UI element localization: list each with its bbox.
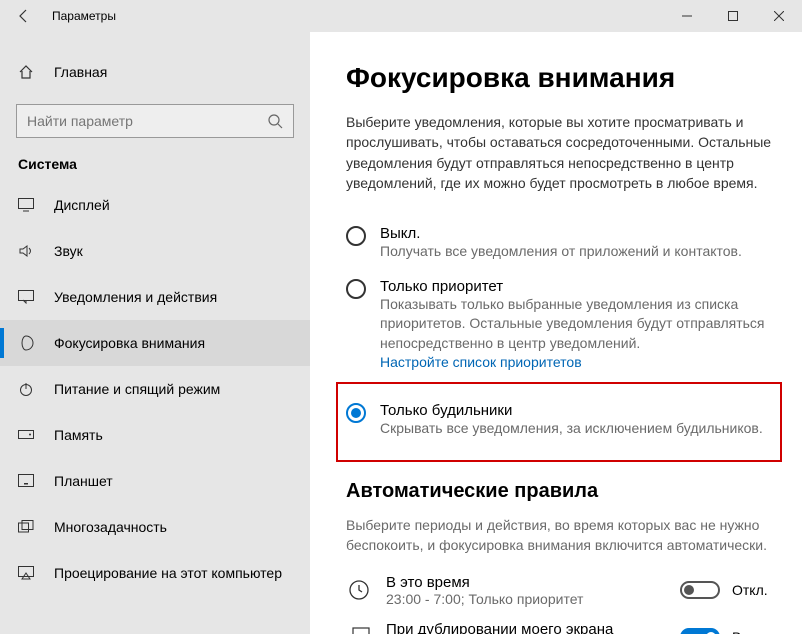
toggle-duplicate[interactable]: [680, 628, 720, 634]
radio-desc: Получать все уведомления от приложений и…: [380, 242, 772, 262]
nav-item-power[interactable]: Питание и спящий режим: [0, 366, 310, 412]
nav-label: Питание и спящий режим: [54, 381, 220, 397]
sidebar: Главная Система Дисплей Звук Уведомления…: [0, 32, 310, 634]
highlight-box: Только будильники Скрывать все уведомлен…: [336, 382, 782, 463]
notifications-icon: [18, 290, 42, 304]
page-title: Фокусировка внимания: [346, 62, 772, 94]
home-link[interactable]: Главная: [0, 52, 310, 92]
nav-item-projecting[interactable]: Проецирование на этот компьютер: [0, 550, 310, 596]
radio-circle: [346, 279, 366, 299]
nav-label: Уведомления и действия: [54, 289, 217, 305]
rule-time[interactable]: В это время 23:00 - 7:00; Только приорит…: [346, 574, 772, 607]
radio-off[interactable]: Выкл. Получать все уведомления от прилож…: [346, 217, 772, 270]
rule-title: При дублировании моего экрана: [386, 621, 680, 634]
rule-sub: 23:00 - 7:00; Только приоритет: [386, 591, 680, 607]
nav-item-display[interactable]: Дисплей: [0, 182, 310, 228]
nav-label: Дисплей: [54, 197, 110, 213]
nav-label: Планшет: [54, 473, 113, 489]
window-title: Параметры: [48, 9, 116, 23]
titlebar: Параметры: [0, 0, 802, 32]
content-area: Фокусировка внимания Выберите уведомлени…: [310, 32, 802, 634]
toggle-label: Вкл.: [732, 629, 772, 634]
radio-circle: [346, 226, 366, 246]
focus-mode-radio-group: Выкл. Получать все уведомления от прилож…: [346, 217, 772, 462]
nav-label: Звук: [54, 243, 83, 259]
tablet-icon: [18, 474, 42, 488]
sound-icon: [18, 243, 42, 259]
back-button[interactable]: [0, 0, 48, 32]
nav-item-notifications[interactable]: Уведомления и действия: [0, 274, 310, 320]
close-button[interactable]: [756, 0, 802, 32]
nav-item-multitasking[interactable]: Многозадачность: [0, 504, 310, 550]
radio-desc: Скрывать все уведомления, за исключением…: [380, 419, 772, 439]
multitasking-icon: [18, 520, 42, 534]
minimize-button[interactable]: [664, 0, 710, 32]
rule-title: В это время: [386, 574, 680, 591]
nav-label: Проецирование на этот компьютер: [54, 565, 282, 581]
radio-alarms[interactable]: Только будильники Скрывать все уведомлен…: [346, 394, 772, 447]
projecting-icon: [18, 566, 42, 580]
display-icon: [18, 198, 42, 212]
home-label: Главная: [54, 64, 107, 80]
storage-icon: [18, 430, 42, 440]
search-input[interactable]: [27, 113, 267, 129]
page-description: Выберите уведомления, которые вы хотите …: [346, 112, 772, 193]
radio-circle: [346, 403, 366, 423]
clock-icon: [346, 577, 372, 603]
nav-list: Дисплей Звук Уведомления и действия Фоку…: [0, 182, 310, 634]
nav-label: Многозадачность: [54, 519, 167, 535]
home-icon: [18, 64, 42, 80]
rules-heading: Автоматические правила: [346, 480, 772, 503]
search-box[interactable]: [16, 104, 294, 138]
nav-item-focus-assist[interactable]: Фокусировка внимания: [0, 320, 310, 366]
radio-label: Выкл.: [380, 225, 772, 242]
radio-priority[interactable]: Только приоритет Показывать только выбра…: [346, 270, 772, 378]
radio-label: Только приоритет: [380, 278, 772, 295]
duplicate-display-icon: [346, 624, 372, 634]
nav-label: Фокусировка внимания: [54, 335, 205, 351]
toggle-label: Откл.: [732, 582, 772, 598]
focus-icon: [18, 335, 42, 351]
maximize-button[interactable]: [710, 0, 756, 32]
nav-label: Память: [54, 427, 103, 443]
radio-desc: Показывать только выбранные уведомления …: [380, 295, 772, 354]
rule-duplicate-display[interactable]: При дублировании моего экрана Только буд…: [346, 621, 772, 634]
rules-desc: Выберите периоды и действия, во время ко…: [346, 515, 772, 556]
search-icon: [267, 113, 283, 129]
radio-label: Только будильники: [380, 402, 772, 419]
nav-item-storage[interactable]: Память: [0, 412, 310, 458]
priority-list-link[interactable]: Настройте список приоритетов: [380, 354, 772, 370]
nav-item-tablet[interactable]: Планшет: [0, 458, 310, 504]
toggle-time[interactable]: [680, 581, 720, 599]
section-title: Система: [0, 156, 310, 182]
nav-item-sound[interactable]: Звук: [0, 228, 310, 274]
power-icon: [18, 381, 42, 397]
